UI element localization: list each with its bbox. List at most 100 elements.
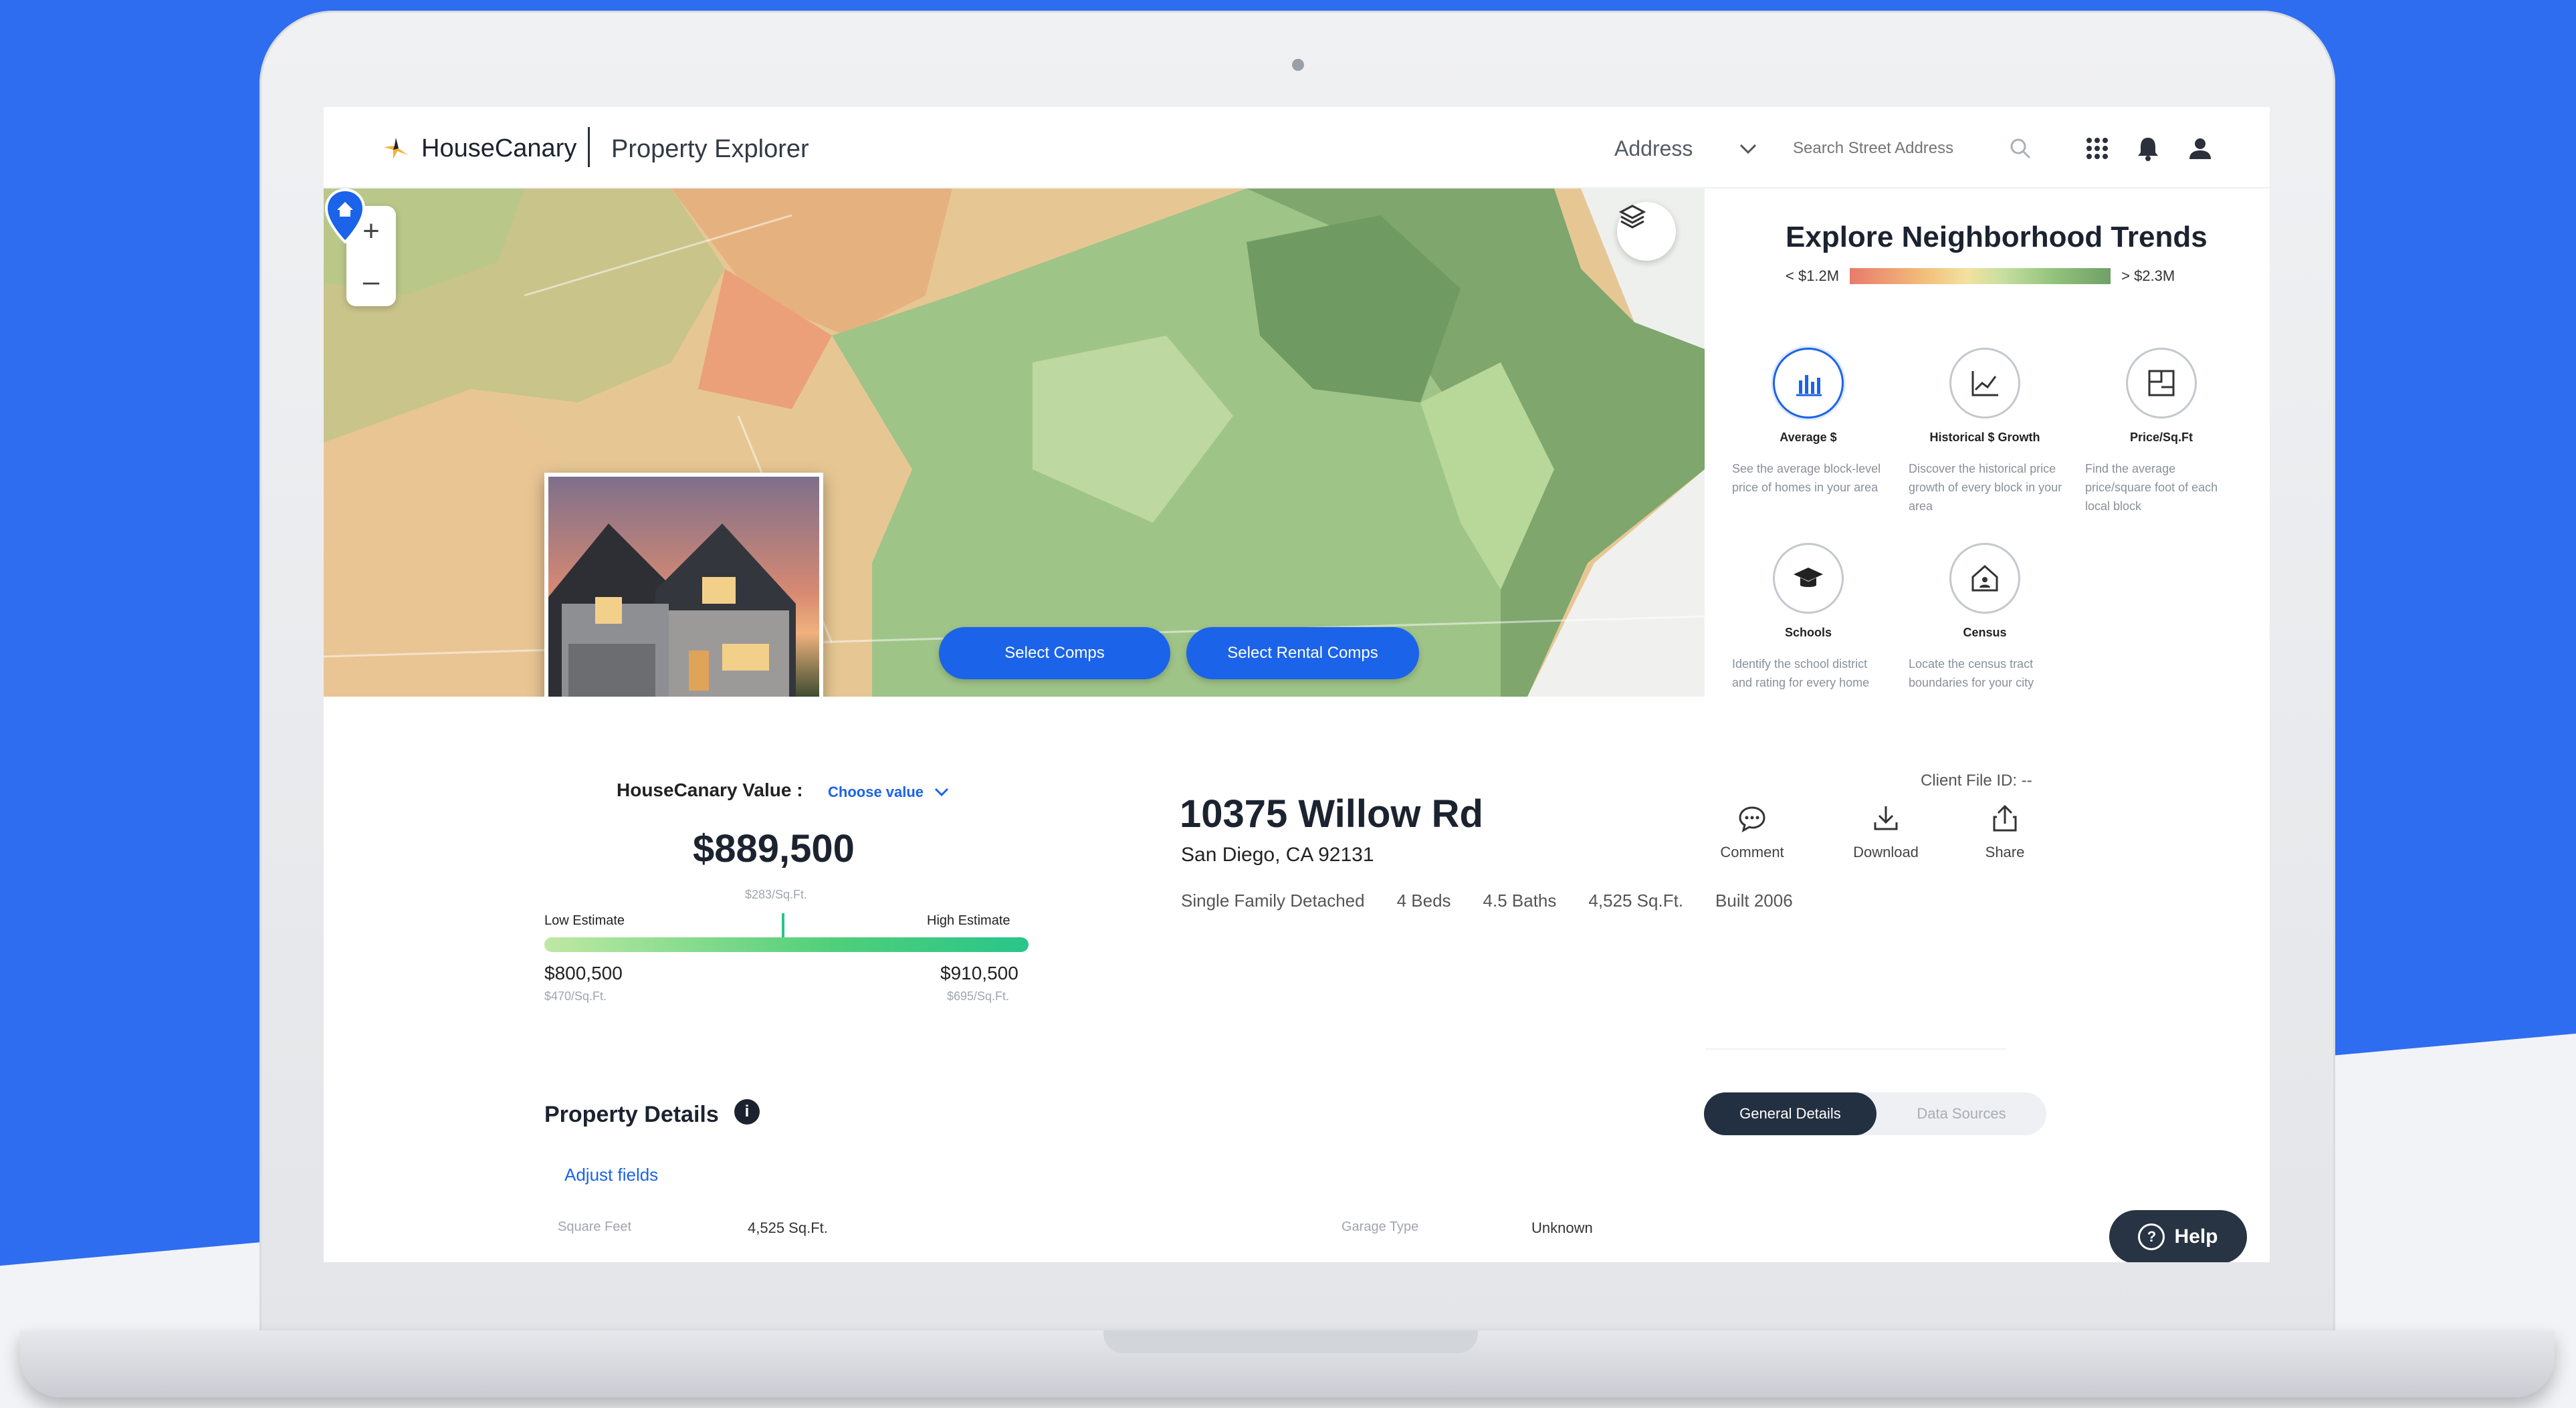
comment-label: Comment	[1720, 844, 1784, 860]
user-icon[interactable]	[2185, 134, 2215, 163]
trend-label: Average $	[1780, 431, 1837, 444]
detail-label: Garage Type	[1341, 1219, 1419, 1234]
trend-desc: Discover the historical price growth of …	[1909, 462, 2062, 513]
trend-desc: Locate the census tract boundaries for y…	[1909, 657, 2034, 689]
high-estimate-value: $910,500	[940, 963, 1018, 983]
trend-label: Historical $ Growth	[1929, 431, 2040, 444]
trend-average-price-button[interactable]	[1773, 348, 1844, 419]
neighborhood-map[interactable]: + – Select Comps Select Rental Comps	[324, 189, 1705, 697]
info-icon[interactable]: i	[734, 1099, 760, 1125]
search-box[interactable]	[1792, 131, 2039, 166]
share-icon	[1993, 804, 2017, 832]
map-regions	[324, 189, 1705, 697]
client-file-id: Client File ID: --	[1921, 772, 2032, 790]
choose-value-label: Choose value	[828, 784, 924, 800]
property-details-title: Property Details	[544, 1102, 719, 1127]
adjust-fields-link[interactable]: Adjust fields	[564, 1165, 658, 1185]
estimate-range-bar	[544, 937, 1029, 952]
comment-button[interactable]: Comment	[1705, 802, 1799, 861]
download-button[interactable]: Download	[1839, 802, 1933, 861]
search-type-select[interactable]: Address	[1614, 136, 1757, 161]
choose-value-dropdown[interactable]: Choose value	[828, 784, 949, 801]
trend-price-sqft[interactable]: Price/Sq.Ft Find the average price/squar…	[2081, 348, 2242, 515]
camera-dot	[1292, 59, 1304, 71]
trend-average-price[interactable]: Average $ See the average block-level pr…	[1728, 348, 1889, 497]
attr-built: Built 2006	[1715, 891, 1793, 911]
property-photo[interactable]	[544, 473, 823, 697]
search-input[interactable]	[1792, 138, 2008, 158]
high-estimate-psf: $695/Sq.Ft.	[947, 989, 1010, 1003]
select-rental-comps-button[interactable]: Select Rental Comps	[1186, 627, 1419, 679]
value-per-sqft: $283/Sq.Ft.	[745, 888, 808, 901]
high-estimate-label: High Estimate	[927, 913, 1010, 928]
legend-gradient-bar	[1850, 268, 2111, 284]
attr-baths: 4.5 Baths	[1483, 891, 1557, 911]
low-estimate-value: $800,500	[544, 963, 623, 983]
graduation-cap-icon	[1794, 568, 1823, 587]
estimated-value: $889,500	[693, 827, 855, 870]
apps-grid-icon[interactable]	[2082, 134, 2112, 163]
trend-price-sqft-button[interactable]	[2126, 348, 2197, 419]
chevron-down-icon	[934, 788, 949, 797]
house-image	[548, 523, 796, 697]
select-comps-button[interactable]: Select Comps	[939, 627, 1170, 679]
section-divider	[1705, 1048, 2006, 1050]
line-chart-icon	[1971, 371, 1998, 396]
census-house-icon	[1971, 564, 1998, 592]
detail-value: 4,525 Sq.Ft.	[748, 1219, 828, 1236]
trend-schools-button[interactable]	[1773, 543, 1844, 614]
trend-historical-growth[interactable]: Historical $ Growth Discover the histori…	[1905, 348, 2065, 515]
attr-beds: 4 Beds	[1396, 891, 1451, 911]
trend-census[interactable]: Census Locate the census tract boundarie…	[1905, 543, 2065, 692]
download-label: Download	[1853, 844, 1919, 860]
property-attributes: Single Family Detached 4 Beds 4.5 Baths …	[1181, 891, 1793, 911]
low-estimate-psf: $470/Sq.Ft.	[544, 989, 607, 1003]
legend-min: < $1.2M	[1786, 267, 1840, 284]
trend-census-button[interactable]	[1949, 543, 2020, 614]
share-label: Share	[1985, 844, 2025, 860]
detail-label: Square Feet	[558, 1219, 632, 1234]
zoom-out-button[interactable]: –	[346, 256, 396, 306]
comment-icon	[1739, 806, 1765, 832]
trend-label: Price/Sq.Ft	[2129, 431, 2193, 444]
trend-label: Census	[1963, 626, 2007, 639]
chevron-down-icon	[1740, 144, 1757, 154]
trends-title: Explore Neighborhood Trends	[1786, 221, 2208, 253]
download-icon	[1874, 806, 1898, 830]
low-estimate-label: Low Estimate	[544, 913, 625, 928]
brand-logo[interactable]: HouseCanary	[380, 132, 576, 164]
trend-label: Schools	[1784, 626, 1832, 639]
brand-name: HouseCanary	[421, 134, 577, 162]
attr-sqft: 4,525 Sq.Ft.	[1588, 891, 1684, 911]
housecanary-logo-icon	[384, 138, 408, 159]
layers-icon	[1618, 205, 1646, 229]
legend-max: > $2.3M	[2121, 267, 2175, 284]
share-button[interactable]: Share	[1958, 802, 2052, 861]
tab-general-details[interactable]: General Details	[1704, 1092, 1876, 1135]
price-legend: < $1.2M > $2.3M	[1786, 267, 2175, 285]
header-divider	[588, 127, 590, 167]
housecanary-value-label: HouseCanary Value :	[617, 780, 803, 800]
details-tab-switch: General Details Data Sources	[1704, 1092, 2046, 1135]
trend-desc: Identify the school district and rating …	[1732, 657, 1870, 689]
app-screen: HouseCanary Property Explorer Address Se…	[324, 107, 2270, 1262]
map-layers-button[interactable]	[1617, 202, 1676, 261]
trend-desc: See the average block-level price of hom…	[1732, 462, 1881, 494]
search-type-label: Address	[1614, 136, 1693, 160]
bell-icon[interactable]	[2133, 134, 2163, 163]
laptop-notch	[1103, 1330, 1478, 1353]
estimate-marker	[781, 913, 784, 937]
detail-value: Unknown	[1531, 1219, 1593, 1236]
tab-data-sources[interactable]: Data Sources	[1876, 1092, 2046, 1135]
app-title: Property Explorer	[611, 135, 809, 163]
top-header: HouseCanary Property Explorer Address	[324, 107, 2270, 189]
bar-chart-icon	[1796, 375, 1822, 396]
help-icon: ?	[2138, 1223, 2165, 1250]
search-icon[interactable]	[2008, 136, 2032, 160]
property-pin-icon[interactable]	[324, 189, 366, 243]
trend-schools[interactable]: Schools Identify the school district and…	[1728, 543, 1889, 692]
trend-historical-growth-button[interactable]	[1949, 348, 2020, 419]
attr-type: Single Family Detached	[1181, 891, 1365, 911]
help-button[interactable]: ? Help	[2109, 1210, 2247, 1262]
property-city: San Diego, CA 92131	[1181, 844, 1374, 866]
